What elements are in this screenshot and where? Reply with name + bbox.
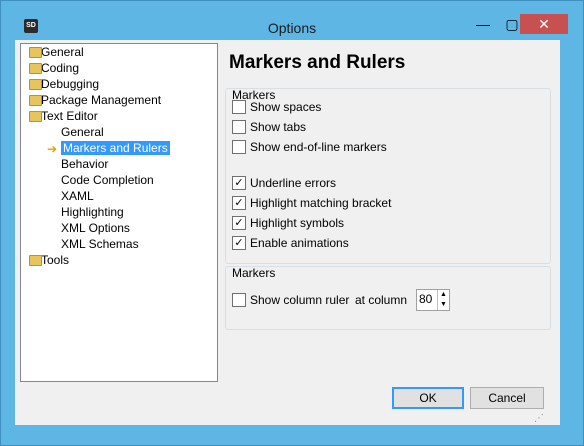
folder-icon [29,95,42,106]
spinner-arrows-icon[interactable]: ▲ ▼ [437,290,449,310]
column-value[interactable]: 80 [419,292,432,306]
page-title: Markers and Rulers [229,52,406,73]
tree-item-text-editor[interactable]: Text Editor [29,108,98,124]
checkbox-box [232,140,246,154]
tree-item-coding[interactable]: Coding [29,60,79,76]
group-title: Markers [232,266,276,280]
folder-open-icon [29,111,42,122]
options-tree[interactable]: General Coding Debugging Package Managem… [20,43,218,382]
tree-item-debugging[interactable]: Debugging [29,76,99,92]
tree-item-package-management[interactable]: Package Management [29,92,161,108]
title-bar[interactable]: SD Options — ▢ ✕ [1,1,583,36]
tree-item-code-completion[interactable]: Code Completion [61,172,154,188]
tree-item-xaml[interactable]: XAML [61,188,94,204]
checkbox-box [232,100,246,114]
folder-icon [29,63,42,74]
checkbox-box [232,120,246,134]
check-icon: ✓ [232,236,246,250]
minimize-button[interactable]: — [469,14,497,34]
resize-grip-icon[interactable]: ⋰ [534,414,544,424]
folder-icon [29,47,42,58]
folder-icon [29,79,42,90]
tree-item-xml-schemas[interactable]: XML Schemas [61,236,139,252]
column-spinner[interactable]: 80 ▲ ▼ [416,289,450,311]
check-icon: ✓ [232,216,246,230]
check-icon: ✓ [232,176,246,190]
ok-button[interactable]: OK [392,387,464,409]
at-column-label: at column [355,293,408,307]
tree-item-highlighting[interactable]: Highlighting [61,204,124,220]
checkbox-box [232,293,246,307]
tree-item-tools[interactable]: Tools [29,252,69,268]
cancel-button[interactable]: Cancel [470,387,544,409]
tree-item-xml-options[interactable]: XML Options [61,220,130,236]
tree-item-general[interactable]: General [29,44,84,60]
close-button[interactable]: ✕ [520,14,568,34]
check-icon: ✓ [232,196,246,210]
tree-item-markers-and-rulers[interactable]: ➔ Markers and Rulers [47,140,170,156]
tree-item-behavior[interactable]: Behavior [61,156,108,172]
folder-icon [29,255,42,266]
tree-item-text-editor-general[interactable]: General [61,124,104,140]
arrow-right-icon: ➔ [47,142,58,156]
